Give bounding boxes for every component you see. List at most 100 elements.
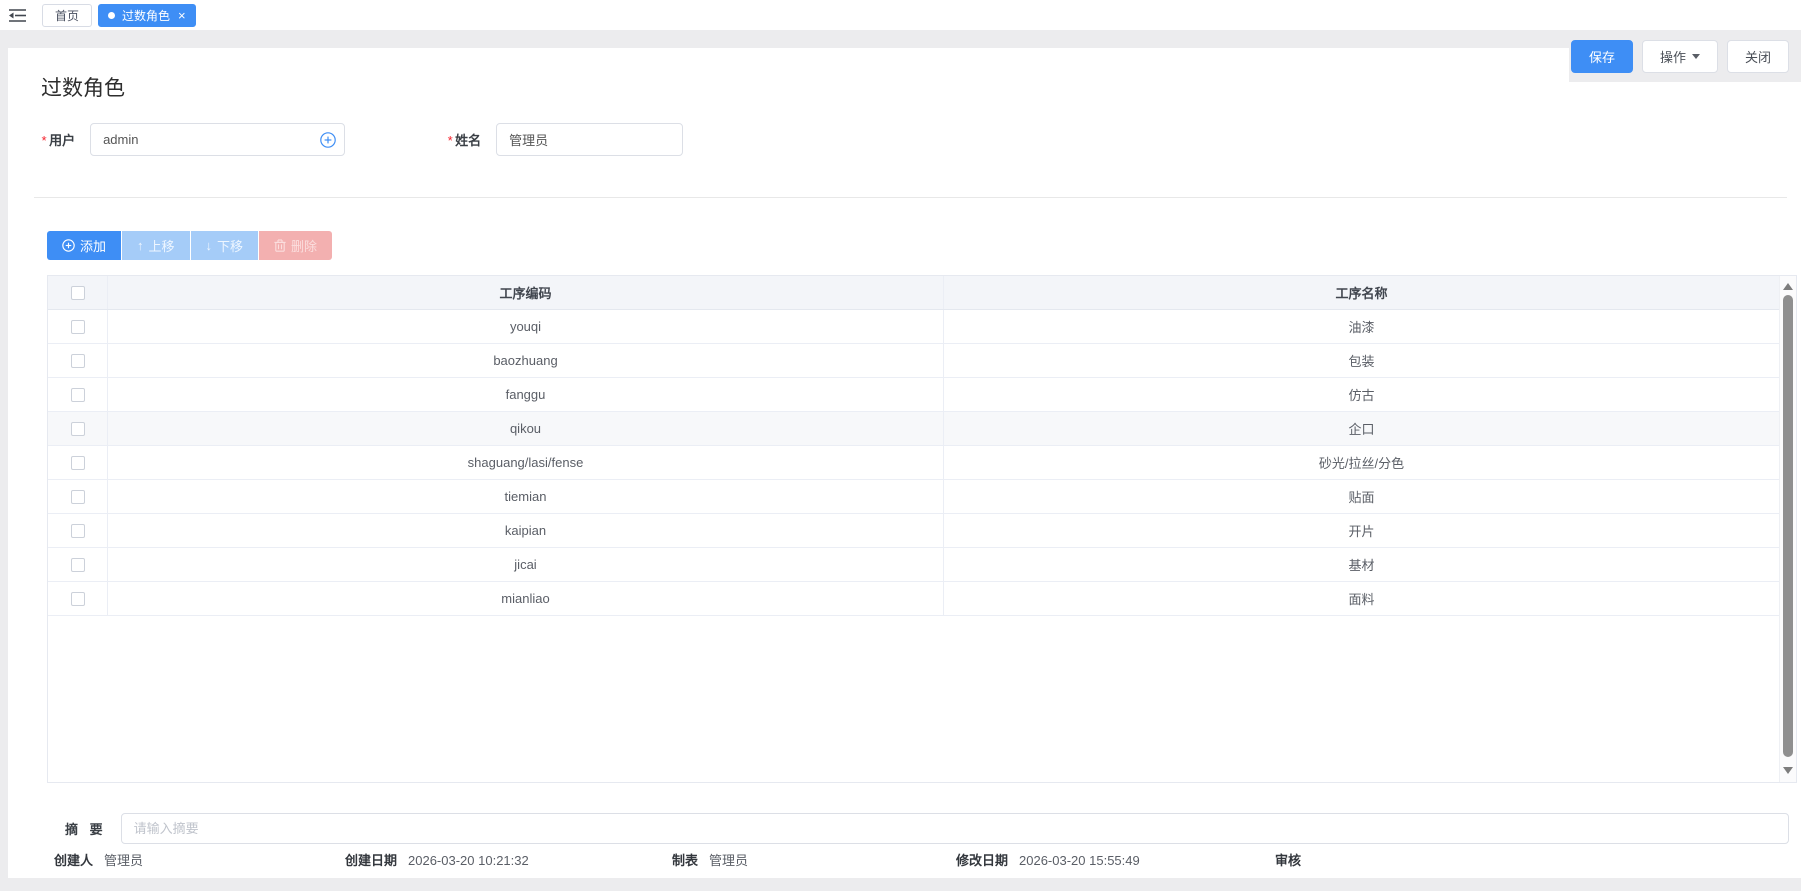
tabulator-field: 制表管理员 (672, 850, 748, 869)
tab-close-icon[interactable]: × (178, 9, 186, 22)
modify-date-field: 修改日期2026-03-20 15:55:49 (956, 850, 1140, 869)
table-header-row: 工序编码 工序名称 (48, 276, 1779, 310)
delete-row-label: 删除 (291, 236, 317, 255)
summary-input[interactable] (121, 813, 1789, 844)
name-input[interactable] (496, 123, 683, 156)
delete-row-button[interactable]: 删除 (259, 231, 332, 260)
table-scrollbar[interactable] (1779, 276, 1796, 782)
row-checkbox-cell (48, 378, 108, 411)
modify-date-label: 修改日期 (956, 853, 1008, 868)
row-checkbox[interactable] (71, 320, 85, 334)
column-header-name: 工序名称 (944, 276, 1779, 309)
scroll-up-icon[interactable] (1780, 278, 1796, 294)
chevron-down-icon (1692, 54, 1700, 59)
operate-dropdown-button[interactable]: 操作 (1642, 40, 1718, 73)
row-checkbox[interactable] (71, 388, 85, 402)
create-date-value: 2026-03-20 10:21:32 (408, 853, 529, 868)
row-code: fanggu (108, 378, 944, 411)
table-row[interactable]: kaipian 开片 (48, 514, 1779, 548)
create-date-field: 创建日期 2026-03-20 10:21:32 (345, 850, 529, 869)
row-checkbox[interactable] (71, 592, 85, 606)
add-row-button[interactable]: 添加 (47, 231, 121, 260)
required-asterisk: * (447, 133, 452, 148)
row-code: qikou (108, 412, 944, 445)
header-form: *用户 *姓名 (8, 123, 1801, 156)
row-name: 面料 (944, 582, 1779, 615)
operate-button-label: 操作 (1660, 47, 1686, 66)
table-row[interactable]: youqi 油漆 (48, 310, 1779, 344)
row-checkbox[interactable] (71, 422, 85, 436)
scroll-down-icon[interactable] (1780, 762, 1796, 778)
arrow-up-icon: ↑ (137, 238, 144, 253)
move-up-button[interactable]: ↑ 上移 (122, 231, 190, 260)
row-checkbox-cell (48, 480, 108, 513)
table-row[interactable]: qikou 企口 (48, 412, 1779, 446)
creator-field: 创建人管理员 (54, 850, 143, 869)
required-asterisk: * (41, 133, 46, 148)
row-code: tiemian (108, 480, 944, 513)
arrow-down-icon: ↓ (206, 238, 213, 253)
creator-label: 创建人 (54, 853, 93, 868)
main-panel: 过数角色 *用户 *姓名 (8, 48, 1801, 878)
table-row[interactable]: fanggu 仿古 (48, 378, 1779, 412)
tab-home[interactable]: 首页 (42, 4, 92, 27)
move-up-label: 上移 (149, 236, 175, 255)
row-checkbox[interactable] (71, 354, 85, 368)
grid-toolbar: 添加 ↑ 上移 ↓ 下移 删除 (47, 231, 1801, 260)
row-checkbox-cell (48, 582, 108, 615)
table-row[interactable]: tiemian 贴面 (48, 480, 1779, 514)
row-checkbox-cell (48, 310, 108, 343)
summary-section: 摘 要 (65, 813, 1789, 844)
tab-list: 首页 过数角色 × (42, 4, 196, 27)
header-checkbox-cell (48, 276, 108, 309)
row-checkbox-cell (48, 514, 108, 547)
user-field-label: *用户 (41, 130, 75, 149)
row-checkbox[interactable] (71, 524, 85, 538)
tabulator-label: 制表 (672, 853, 698, 868)
page-title: 过数角色 (41, 72, 1801, 102)
user-field-group: *用户 (41, 123, 345, 156)
table-row[interactable]: mianliao 面料 (48, 582, 1779, 616)
audit-label: 审核 (1275, 853, 1301, 868)
move-down-button[interactable]: ↓ 下移 (191, 231, 259, 260)
row-checkbox-cell (48, 344, 108, 377)
summary-label: 摘 要 (65, 819, 107, 838)
user-input[interactable] (90, 123, 345, 156)
add-circle-icon[interactable] (320, 132, 336, 148)
close-button-label: 关闭 (1745, 47, 1771, 66)
row-name: 包装 (944, 344, 1779, 377)
select-all-checkbox[interactable] (71, 286, 85, 300)
close-button[interactable]: 关闭 (1727, 40, 1789, 73)
row-name: 企口 (944, 412, 1779, 445)
tab-guoshu-role-label: 过数角色 (122, 7, 170, 24)
plus-circle-icon (62, 239, 75, 252)
process-table: 工序编码 工序名称 youqi 油漆 baozhuang 包装 fanggu 仿… (47, 275, 1797, 783)
table-row[interactable]: baozhuang 包装 (48, 344, 1779, 378)
trash-icon (274, 239, 286, 252)
table-body: youqi 油漆 baozhuang 包装 fanggu 仿古 qikou 企口… (48, 310, 1779, 616)
row-checkbox-cell (48, 446, 108, 479)
row-checkbox-cell (48, 412, 108, 445)
row-name: 贴面 (944, 480, 1779, 513)
column-header-code: 工序编码 (108, 276, 944, 309)
row-name: 基材 (944, 548, 1779, 581)
row-checkbox[interactable] (71, 456, 85, 470)
add-row-label: 添加 (80, 236, 106, 255)
scrollbar-thumb[interactable] (1783, 295, 1793, 757)
menu-fold-icon[interactable] (2, 0, 32, 30)
create-date-label: 创建日期 (345, 853, 397, 868)
section-divider (34, 197, 1787, 198)
creator-value: 管理员 (104, 853, 143, 868)
save-button[interactable]: 保存 (1571, 40, 1633, 73)
row-checkbox[interactable] (71, 558, 85, 572)
row-code: baozhuang (108, 344, 944, 377)
tab-guoshu-role[interactable]: 过数角色 × (98, 4, 196, 27)
row-checkbox[interactable] (71, 490, 85, 504)
row-code: mianliao (108, 582, 944, 615)
active-dot-icon (108, 12, 115, 19)
table-row[interactable]: jicai 基材 (48, 548, 1779, 582)
table-row[interactable]: shaguang/lasi/fense 砂光/拉丝/分色 (48, 446, 1779, 480)
move-down-label: 下移 (217, 236, 243, 255)
name-field-group: *姓名 (447, 123, 683, 156)
name-field-label: *姓名 (447, 130, 481, 149)
